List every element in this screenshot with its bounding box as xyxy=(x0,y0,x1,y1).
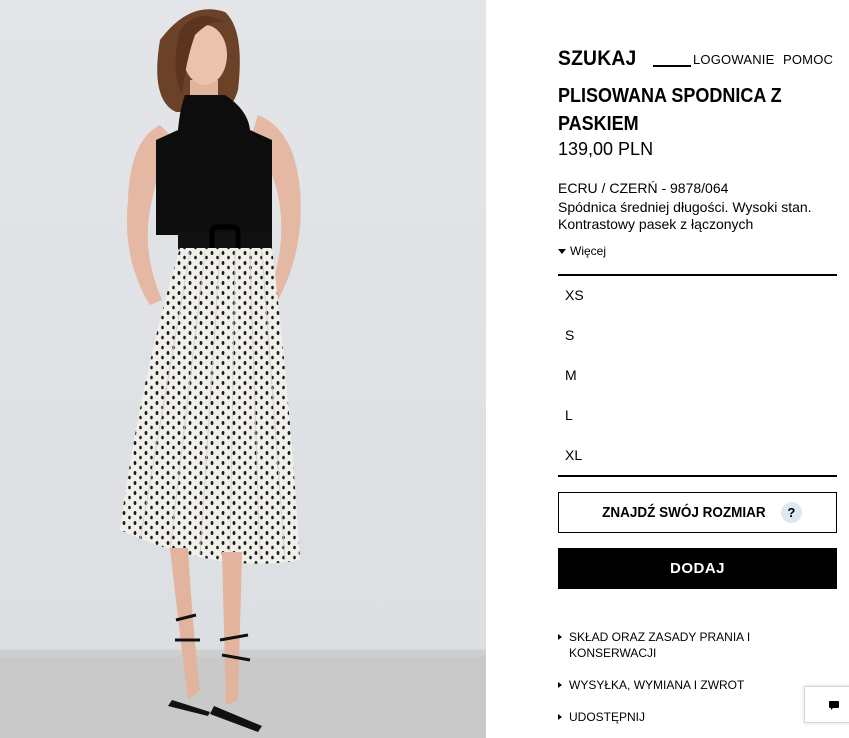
search-button[interactable]: SZUKAJ xyxy=(558,47,692,71)
color-reference: ECRU / CZERŃ - 9878/064 xyxy=(558,180,729,196)
product-title-container: PLISOWANA SPÓDNICA Z PASKIEM xyxy=(558,88,838,136)
find-size-button[interactable]: ZNAJDŹ SWÓJ ROZMIAR ? xyxy=(558,492,837,533)
model-illustration xyxy=(0,9,486,738)
chat-bubble-icon xyxy=(829,701,839,710)
product-description: Spódnica średniej długości. Wysoki stan.… xyxy=(558,199,812,232)
size-option-xs[interactable]: XS xyxy=(565,285,825,305)
triangle-right-icon xyxy=(558,634,562,640)
more-toggle[interactable]: Więcej xyxy=(558,244,606,258)
help-link[interactable]: POMOC xyxy=(783,52,833,67)
share-link[interactable]: UDOSTĘPNIJ xyxy=(558,709,788,725)
more-label: Więcej xyxy=(570,244,607,258)
shipping-returns-link[interactable]: WYSYŁKA, WYMIANA I ZWROT xyxy=(558,677,788,693)
triangle-right-icon xyxy=(558,714,562,720)
login-link[interactable]: LOGOWANIE xyxy=(693,52,775,67)
product-price: 139,00 PLN xyxy=(558,139,654,159)
size-option-s[interactable]: S xyxy=(565,325,825,345)
search-label: SZUKAJ xyxy=(558,47,637,70)
chat-button[interactable] xyxy=(804,686,849,723)
size-option-xl[interactable]: XL xyxy=(565,445,825,465)
search-underline xyxy=(653,65,692,67)
product-photo xyxy=(0,0,486,738)
composition-care-link[interactable]: SKŁAD ORAZ ZASADY PRANIA I KONSERWACJI xyxy=(558,629,788,661)
triangle-right-icon xyxy=(558,682,562,688)
size-option-m[interactable]: M xyxy=(565,365,825,385)
find-size-label: ZNAJDŹ SWÓJ ROZMIAR xyxy=(602,504,766,521)
share-label: UDOSTĘPNIJ xyxy=(569,710,646,724)
size-list: XS S M L XL xyxy=(558,274,837,477)
shipping-returns-label: WYSYŁKA, WYMIANA I ZWROT xyxy=(569,678,745,692)
caret-down-icon xyxy=(558,248,566,254)
add-to-cart-button[interactable]: DODAJ xyxy=(558,548,837,589)
question-icon: ? xyxy=(780,502,802,523)
product-title: PLISOWANA SPÓDNICA Z PASKIEM xyxy=(558,88,782,135)
composition-care-label: SKŁAD ORAZ ZASADY PRANIA I KONSERWACJI xyxy=(569,630,751,660)
add-label: DODAJ xyxy=(669,560,725,577)
size-option-l[interactable]: L xyxy=(565,405,825,425)
